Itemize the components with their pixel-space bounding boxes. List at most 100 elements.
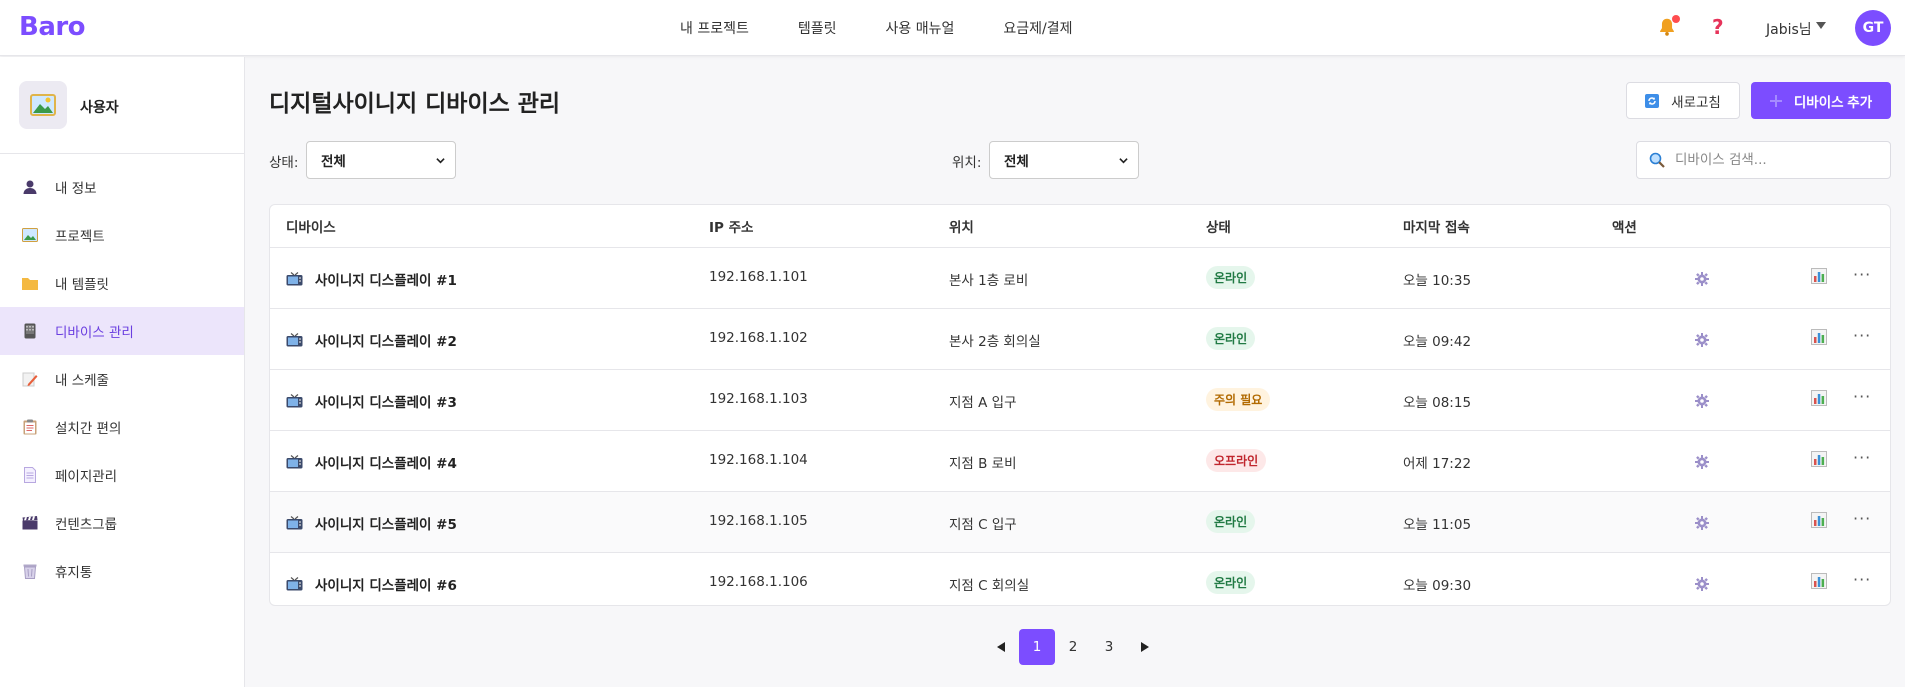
chart-icon[interactable] xyxy=(1811,451,1827,467)
sidebar-item-device-management[interactable]: 디바이스 관리 xyxy=(0,307,244,355)
device-cell[interactable]: 사이니지 디스플레이 #4 xyxy=(286,452,457,472)
ip-cell: 192.168.1.101 xyxy=(709,269,808,285)
device-cell[interactable]: 사이니지 디스플레이 #6 xyxy=(286,574,457,594)
table-row[interactable]: 사이니지 디스플레이 #2 192.168.1.102 본사 2층 회의실 온라… xyxy=(270,309,1890,370)
chart-icon[interactable] xyxy=(1811,268,1827,284)
refresh-icon xyxy=(1645,93,1660,108)
location-filter-select[interactable]: 전체 xyxy=(989,141,1139,179)
tv-icon xyxy=(286,332,303,346)
ip-cell: 192.168.1.103 xyxy=(709,391,808,407)
gear-icon[interactable] xyxy=(1695,577,1709,591)
add-device-button[interactable]: 디바이스 추가 xyxy=(1751,82,1891,119)
location-filter-value: 전체 xyxy=(1004,154,1029,170)
device-cell[interactable]: 사이니지 디스플레이 #3 xyxy=(286,391,457,411)
chevron-down-icon[interactable] xyxy=(1816,22,1826,29)
last-seen-cell: 오늘 08:15 xyxy=(1403,395,1472,411)
arrow-left-icon xyxy=(997,642,1005,652)
sidebar-item-projects[interactable]: 프로젝트 xyxy=(0,211,244,259)
logo[interactable]: Baro xyxy=(19,12,86,42)
search-icon xyxy=(1649,152,1665,168)
page-3-button[interactable]: 3 xyxy=(1091,629,1127,665)
sidebar-item-content-group[interactable]: 컨텐츠그룹 xyxy=(0,499,244,547)
location-cell: 지점 B 로비 xyxy=(949,456,1017,472)
table-row[interactable]: 사이니지 디스플레이 #5 192.168.1.105 지점 C 입구 온라인 … xyxy=(270,492,1890,553)
page-icon xyxy=(22,467,38,483)
header-device[interactable]: 디바이스 xyxy=(286,216,336,236)
avatar[interactable]: GT xyxy=(1855,10,1891,46)
page-title: 디지털사이니지 디바이스 관리 xyxy=(269,91,561,117)
status-badge: 주의 필요 xyxy=(1206,388,1271,411)
gear-icon[interactable] xyxy=(1695,394,1709,408)
sidebar-item-label: 디바이스 관리 xyxy=(55,325,134,341)
chart-icon[interactable] xyxy=(1811,573,1827,589)
gear-icon[interactable] xyxy=(1695,333,1709,347)
chart-icon[interactable] xyxy=(1811,390,1827,406)
sidebar-item-my-schedule[interactable]: 내 스케줄 xyxy=(0,355,244,403)
more-options-icon[interactable]: ··· xyxy=(1853,265,1871,284)
nav-my-projects[interactable]: 내 프로젝트 xyxy=(680,18,749,38)
tv-icon xyxy=(286,454,303,468)
next-page-button[interactable] xyxy=(1127,629,1163,665)
sidebar-item-page-management[interactable]: 페이지관리 xyxy=(0,451,244,499)
status-filter-select[interactable]: 전체 xyxy=(306,141,456,179)
profile: 사용자 xyxy=(0,57,244,154)
sidebar-item-install-convenience[interactable]: 설치간 편의 xyxy=(0,403,244,451)
page-2-button[interactable]: 2 xyxy=(1055,629,1091,665)
help-icon[interactable]: ? xyxy=(1712,15,1724,39)
last-seen-cell: 어제 17:22 xyxy=(1403,456,1472,472)
sidebar-item-my-info[interactable]: 내 정보 xyxy=(0,163,244,211)
gear-icon[interactable] xyxy=(1695,516,1709,530)
user-name[interactable]: Jabis님 xyxy=(1766,19,1812,39)
status-filter-label: 상태: xyxy=(269,155,299,171)
sidebar-item-label: 내 정보 xyxy=(55,181,97,197)
picture-icon xyxy=(22,227,38,243)
nav-templates[interactable]: 템플릿 xyxy=(798,18,837,38)
header-location[interactable]: 위치 xyxy=(949,216,974,236)
device-table: 디바이스 IP 주소 위치 상태 마지막 접속 액션 사이니지 디스플레이 #1… xyxy=(269,204,1891,606)
more-options-icon[interactable]: ··· xyxy=(1853,387,1871,406)
table-row[interactable]: 사이니지 디스플레이 #6 192.168.1.106 지점 C 회의실 온라인… xyxy=(270,553,1890,605)
header-status[interactable]: 상태 xyxy=(1206,216,1231,236)
ip-cell: 192.168.1.106 xyxy=(709,574,808,590)
chevron-down-icon xyxy=(1119,157,1128,163)
table-row[interactable]: 사이니지 디스플레이 #4 192.168.1.104 지점 B 로비 오프라인… xyxy=(270,431,1890,492)
table-row[interactable]: 사이니지 디스플레이 #1 192.168.1.101 본사 1층 로비 온라인… xyxy=(270,248,1890,309)
device-cell[interactable]: 사이니지 디스플레이 #5 xyxy=(286,513,457,533)
nav-pricing[interactable]: 요금제/결제 xyxy=(1003,18,1072,38)
status-cell: 온라인 xyxy=(1206,571,1256,594)
status-badge: 온라인 xyxy=(1206,510,1256,533)
sidebar-item-my-templates[interactable]: 내 템플릿 xyxy=(0,259,244,307)
device-name: 사이니지 디스플레이 #3 xyxy=(315,395,457,411)
device-name: 사이니지 디스플레이 #2 xyxy=(315,334,457,350)
refresh-button[interactable]: 새로고침 xyxy=(1626,82,1740,119)
tv-icon xyxy=(286,393,303,407)
table-header: 디바이스 IP 주소 위치 상태 마지막 접속 액션 xyxy=(270,205,1890,248)
ip-cell: 192.168.1.105 xyxy=(709,513,808,529)
device-cell[interactable]: 사이니지 디스플레이 #2 xyxy=(286,330,457,350)
tv-icon xyxy=(286,271,303,285)
more-options-icon[interactable]: ··· xyxy=(1853,448,1871,467)
sidebar-item-trash[interactable]: 휴지통 xyxy=(0,547,244,595)
more-options-icon[interactable]: ··· xyxy=(1853,570,1871,589)
chart-icon[interactable] xyxy=(1811,512,1827,528)
device-cell[interactable]: 사이니지 디스플레이 #1 xyxy=(286,269,457,289)
header-ip[interactable]: IP 주소 xyxy=(709,216,753,236)
more-options-icon[interactable]: ··· xyxy=(1853,326,1871,345)
chart-icon[interactable] xyxy=(1811,329,1827,345)
prev-page-button[interactable] xyxy=(983,629,1019,665)
page-1-button[interactable]: 1 xyxy=(1019,629,1055,665)
header-last-seen[interactable]: 마지막 접속 xyxy=(1403,216,1470,236)
nav-manual[interactable]: 사용 매뉴얼 xyxy=(886,18,955,38)
device-search[interactable] xyxy=(1636,141,1891,179)
gear-icon[interactable] xyxy=(1695,455,1709,469)
picture-icon xyxy=(30,94,56,116)
clipboard-icon xyxy=(22,419,38,435)
profile-name: 사용자 xyxy=(80,100,119,116)
notification-dot xyxy=(1672,15,1680,23)
clapper-icon xyxy=(22,515,38,531)
more-options-icon[interactable]: ··· xyxy=(1853,509,1871,528)
gear-icon[interactable] xyxy=(1695,272,1709,286)
table-row[interactable]: 사이니지 디스플레이 #3 192.168.1.103 지점 A 입구 주의 필… xyxy=(270,370,1890,431)
sidebar-item-label: 설치간 편의 xyxy=(55,421,122,437)
search-input[interactable] xyxy=(1675,152,1875,168)
